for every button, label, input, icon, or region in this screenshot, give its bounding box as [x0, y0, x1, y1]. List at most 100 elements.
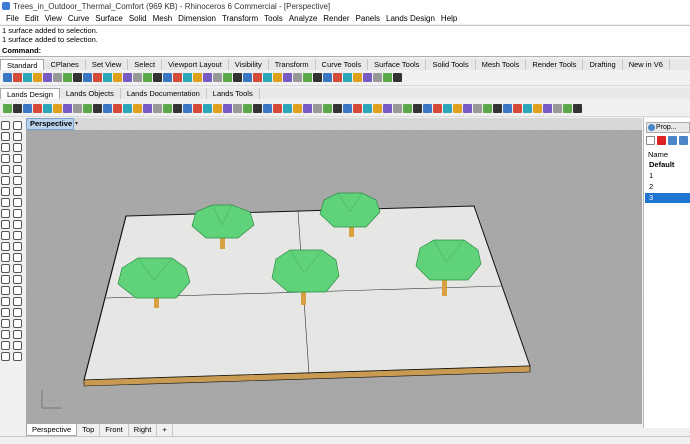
tab-visibility[interactable]: Visibility [229, 59, 269, 70]
standard-tool-icon[interactable] [233, 73, 242, 82]
lands-tool-icon[interactable] [493, 104, 502, 113]
tab-new-in-v6[interactable]: New in V6 [623, 59, 670, 70]
left-tool-icon[interactable] [13, 330, 22, 339]
lands-tool-icon[interactable] [223, 104, 232, 113]
lands-tool-icon[interactable] [263, 104, 272, 113]
menu-file[interactable]: File [3, 14, 22, 23]
standard-tool-icon[interactable] [63, 73, 72, 82]
standard-tool-icon[interactable] [303, 73, 312, 82]
lands-tool-icon[interactable] [113, 104, 122, 113]
lands-tool-icon[interactable] [153, 104, 162, 113]
list-item-2[interactable]: 2 [645, 182, 690, 192]
lands-tool-icon[interactable] [563, 104, 572, 113]
lands-tool-icon[interactable] [173, 104, 182, 113]
lands-tool-icon[interactable] [383, 104, 392, 113]
tab-solid-tools[interactable]: Solid Tools [426, 59, 476, 70]
tab-lands-design[interactable]: Lands Design [0, 88, 60, 99]
left-tool-icon[interactable] [13, 253, 22, 262]
lands-tool-icon[interactable] [43, 104, 52, 113]
standard-tool-icon[interactable] [273, 73, 282, 82]
tab-lands-tools[interactable]: Lands Tools [207, 88, 260, 99]
lands-tool-icon[interactable] [53, 104, 62, 113]
standard-tool-icon[interactable] [173, 73, 182, 82]
lands-tool-icon[interactable] [303, 104, 312, 113]
standard-tool-icon[interactable] [203, 73, 212, 82]
lands-tool-icon[interactable] [253, 104, 262, 113]
left-tool-icon[interactable] [13, 209, 22, 218]
lands-tool-icon[interactable] [533, 104, 542, 113]
tab-lands-documentation[interactable]: Lands Documentation [121, 88, 207, 99]
standard-tool-icon[interactable] [313, 73, 322, 82]
lands-tool-icon[interactable] [413, 104, 422, 113]
menu-solid[interactable]: Solid [126, 14, 150, 23]
add-viewport-tab-button[interactable]: + [157, 424, 173, 436]
standard-tool-icon[interactable] [223, 73, 232, 82]
menu-dimension[interactable]: Dimension [175, 14, 219, 23]
left-tool-icon[interactable] [13, 154, 22, 163]
standard-tool-icon[interactable] [333, 73, 342, 82]
left-tool-icon[interactable] [13, 242, 22, 251]
lands-tool-icon[interactable] [443, 104, 452, 113]
tab-standard[interactable]: Standard [0, 59, 45, 70]
menu-mesh[interactable]: Mesh [150, 14, 176, 23]
left-tool-icon[interactable] [13, 341, 22, 350]
left-tool-icon[interactable] [1, 330, 10, 339]
lands-tool-icon[interactable] [543, 104, 552, 113]
standard-tool-icon[interactable] [43, 73, 52, 82]
lands-tool-icon[interactable] [3, 104, 12, 113]
viewport-tab-front[interactable]: Front [100, 424, 129, 436]
left-tool-icon[interactable] [1, 198, 10, 207]
lands-tool-icon[interactable] [453, 104, 462, 113]
standard-tool-icon[interactable] [373, 73, 382, 82]
standard-tool-icon[interactable] [83, 73, 92, 82]
left-tool-icon[interactable] [13, 275, 22, 284]
lands-tool-icon[interactable] [433, 104, 442, 113]
left-tool-icon[interactable] [1, 132, 10, 141]
properties-tab[interactable]: Prop... [646, 122, 690, 133]
standard-tool-icon[interactable] [53, 73, 62, 82]
standard-tool-icon[interactable] [293, 73, 302, 82]
menu-panels[interactable]: Panels [353, 14, 383, 23]
standard-tool-icon[interactable] [243, 73, 252, 82]
standard-tool-icon[interactable] [283, 73, 292, 82]
left-tool-icon[interactable] [13, 220, 22, 229]
standard-tool-icon[interactable] [193, 73, 202, 82]
lands-tool-icon[interactable] [503, 104, 512, 113]
tab-set-view[interactable]: Set View [86, 59, 129, 70]
lands-tool-icon[interactable] [103, 104, 112, 113]
standard-tool-icon[interactable] [323, 73, 332, 82]
left-tool-icon[interactable] [13, 264, 22, 273]
lands-tool-icon[interactable] [343, 104, 352, 113]
left-tool-icon[interactable] [1, 264, 10, 273]
lands-tool-icon[interactable] [463, 104, 472, 113]
left-tool-icon[interactable] [1, 121, 10, 130]
left-tool-icon[interactable] [13, 286, 22, 295]
standard-tool-icon[interactable] [33, 73, 42, 82]
lands-tool-icon[interactable] [473, 104, 482, 113]
lands-tool-icon[interactable] [333, 104, 342, 113]
standard-tool-icon[interactable] [23, 73, 32, 82]
lands-tool-icon[interactable] [83, 104, 92, 113]
lands-tool-icon[interactable] [13, 104, 22, 113]
viewport-tab-perspective[interactable]: Perspective [26, 424, 78, 436]
menu-tools[interactable]: Tools [261, 14, 286, 23]
lands-tool-icon[interactable] [313, 104, 322, 113]
tab-mesh-tools[interactable]: Mesh Tools [476, 59, 527, 70]
standard-tool-icon[interactable] [253, 73, 262, 82]
tab-transform[interactable]: Transform [269, 59, 316, 70]
left-tool-icon[interactable] [1, 242, 10, 251]
command-input[interactable]: Command: [0, 45, 690, 57]
left-tool-icon[interactable] [1, 176, 10, 185]
perspective-viewport[interactable] [26, 130, 642, 424]
lands-tool-icon[interactable] [573, 104, 582, 113]
left-tool-icon[interactable] [1, 297, 10, 306]
standard-tool-icon[interactable] [73, 73, 82, 82]
menu-render[interactable]: Render [320, 14, 352, 23]
tab-select[interactable]: Select [128, 59, 163, 70]
lands-tool-icon[interactable] [323, 104, 332, 113]
menu-surface[interactable]: Surface [92, 14, 126, 23]
lands-tool-icon[interactable] [163, 104, 172, 113]
lands-tool-icon[interactable] [393, 104, 402, 113]
standard-tool-icon[interactable] [183, 73, 192, 82]
standard-tool-icon[interactable] [263, 73, 272, 82]
